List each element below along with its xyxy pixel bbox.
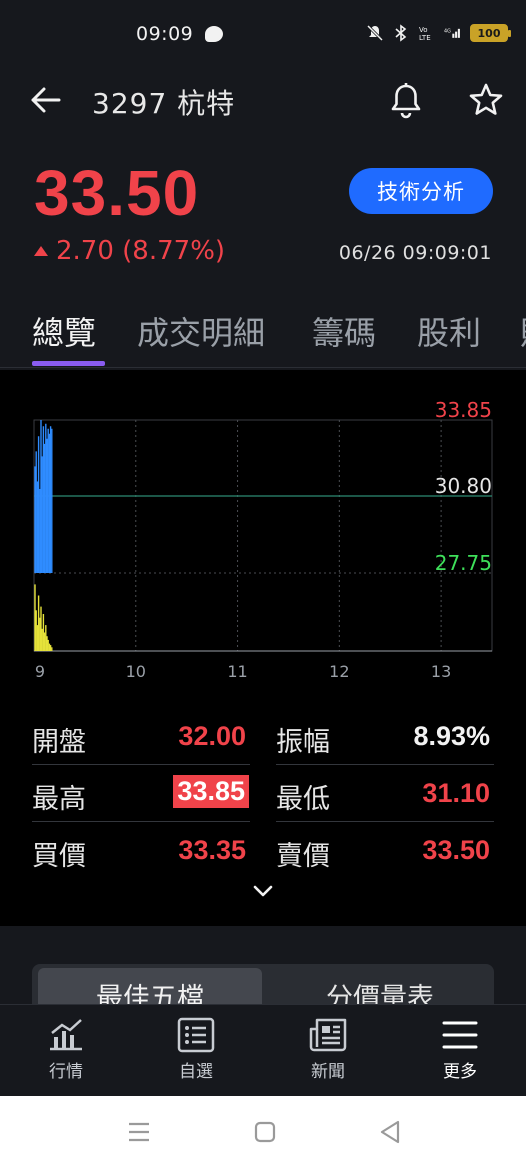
back-arrow-icon[interactable] [28,84,64,116]
technical-analysis-button[interactable]: 技術分析 [349,168,493,214]
high-value: 33.85 [173,775,249,808]
nav-market[interactable]: 行情 [26,1017,106,1082]
tab-overview[interactable]: 總覽 [32,308,96,354]
tab-trade-details[interactable]: 成交明細 [137,308,265,354]
x-tick-label: 12 [329,662,349,681]
stat-row-high: 最高 33.85 最低 31.10 [32,765,494,822]
high-label: 最高 [32,784,86,815]
bid-label: 買價 [32,841,86,872]
active-tab-indicator [32,361,105,366]
price-level-mid: 30.80 [435,474,492,498]
star-icon[interactable] [466,80,506,120]
app-root: 09:09 Vo LTE 4G 100 3297 杭特 33.50 2.70 (8… [0,0,526,1168]
system-nav-bar [0,1096,526,1168]
ask-value: 33.50 [422,835,490,865]
chart-frame [33,419,493,652]
volte-icon: VoLTE [419,26,431,42]
ask-label: 賣價 [276,841,330,872]
stats-table: 開盤 32.00 振幅 8.93% 最高 33.85 最低 31.10 買價 3… [32,708,494,879]
news-icon [309,1018,347,1052]
nav-more[interactable]: 更多 [420,1017,500,1082]
svg-text:4G: 4G [444,28,451,34]
price-level-high: 33.85 [435,398,492,422]
nav-news[interactable]: 新聞 [288,1017,368,1082]
tab-chips[interactable]: 籌碼 [312,308,376,354]
status-icons: Vo LTE 4G 100 [366,24,511,42]
tab-dividends[interactable]: 股利 [417,308,481,354]
svg-text:LTE: LTE [419,34,431,42]
status-bar: 09:09 Vo LTE 4G 100 [0,0,526,70]
bottom-nav: 行情 自選 新聞 更多 [0,1004,526,1096]
price-change: 2.70 (8.77%) [34,236,225,266]
bell-icon[interactable] [386,80,426,120]
price-change-value: 2.70 (8.77%) [56,236,226,266]
menu-icon [442,1021,478,1049]
order-book-section: 最佳五檔 分價量表 [0,940,526,1004]
bid-value: 33.35 [178,835,246,865]
amplitude-label: 振幅 [276,727,330,758]
stat-row-bid-ask: 買價 33.35 賣價 33.50 [32,822,494,879]
current-price: 33.50 [34,157,200,229]
header: 3297 杭特 [0,70,526,134]
stat-row-open: 開盤 32.00 振幅 8.93% [32,708,494,765]
tab-bar: 總覽 成交明細 籌碼 股利 財 [0,300,526,368]
order-book-segmented-control: 最佳五檔 分價量表 [32,964,494,1004]
quote-timestamp: 06/26 09:09:01 [338,242,492,264]
price-level-low: 27.75 [435,551,492,575]
stock-title: 3297 杭特 [92,87,236,120]
svg-text:Vo: Vo [419,26,428,34]
x-tick-label: 10 [126,662,146,681]
up-triangle-icon [34,246,48,256]
battery-icon: 100 [470,24,511,42]
chat-notification-icon [205,26,223,42]
list-icon [177,1017,215,1053]
nav-label: 新聞 [311,1062,345,1082]
signal-icon: 4G [444,28,460,38]
open-label: 開盤 [32,727,86,758]
mute-icon [366,24,384,42]
tab-financials[interactable]: 財 [520,308,526,354]
price-volume-tab[interactable]: 分價量表 [272,968,488,1004]
x-tick-label: 13 [431,662,451,681]
amplitude-value: 8.93% [413,721,490,751]
open-value: 32.00 [178,721,246,751]
intraday-chart[interactable]: 33.85 30.80 27.75 9 10 11 12 13 [0,370,526,700]
bluetooth-icon [395,24,407,42]
back-triangle-icon[interactable] [378,1119,402,1145]
chart-icon [50,1019,82,1051]
nav-label: 更多 [443,1062,477,1082]
status-time: 09:09 [136,23,194,45]
x-tick-label: 11 [227,662,247,681]
x-tick-label: 9 [35,662,45,681]
nav-label: 自選 [179,1062,213,1082]
best-five-tab[interactable]: 最佳五檔 [38,968,262,1004]
recent-apps-icon[interactable] [126,1120,152,1144]
nav-watchlist[interactable]: 自選 [156,1017,236,1082]
low-value: 31.10 [422,778,490,808]
chevron-down-icon[interactable] [252,884,274,898]
nav-label: 行情 [49,1062,83,1082]
home-icon[interactable] [253,1120,277,1144]
low-label: 最低 [276,784,330,815]
